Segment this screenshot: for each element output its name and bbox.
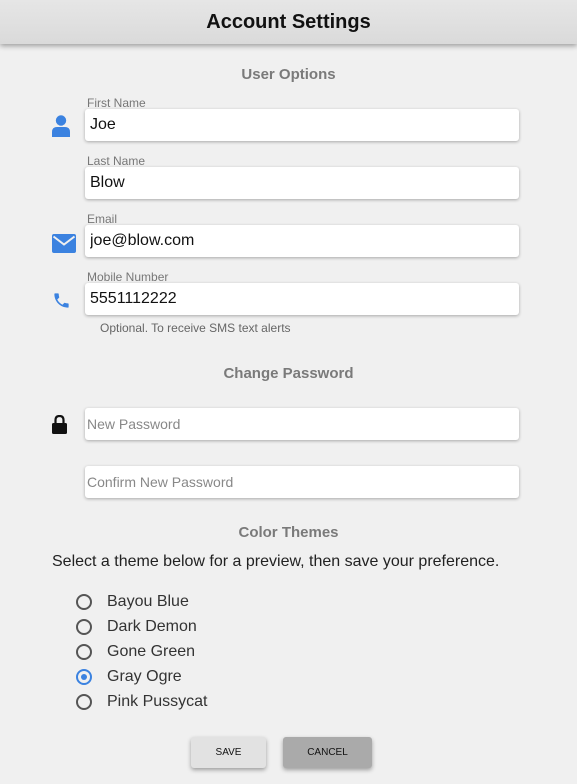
radio-button[interactable] — [76, 594, 92, 610]
theme-option-label: Gray Ogre — [107, 668, 182, 685]
first-name-field[interactable] — [85, 109, 519, 141]
user-icon — [52, 115, 70, 137]
radio-button[interactable] — [76, 644, 92, 660]
phone-icon — [54, 293, 69, 308]
confirm-password-field[interactable] — [85, 466, 519, 498]
color-themes-heading: Color Themes — [238, 524, 339, 541]
mobile-number-field[interactable] — [85, 283, 519, 315]
app-header: Account Settings — [0, 0, 577, 44]
theme-option-label: Dark Demon — [107, 618, 197, 635]
last-name-label: Last Name — [87, 154, 146, 168]
lock-icon — [52, 415, 67, 434]
save-button[interactable]: SAVE — [191, 737, 266, 768]
email-field[interactable] — [85, 225, 519, 257]
change-password-heading: Change Password — [223, 365, 354, 382]
last-name-field[interactable] — [85, 167, 519, 199]
radio-button-selected[interactable] — [76, 669, 92, 685]
theme-option-label: Bayou Blue — [107, 593, 189, 610]
envelope-icon — [52, 234, 76, 253]
theme-option-label: Pink Pussycat — [107, 693, 208, 710]
theme-option-dark-demon[interactable]: Dark Demon — [76, 616, 197, 638]
email-label: Email — [87, 212, 118, 226]
theme-option-pink-pussycat[interactable]: Pink Pussycat — [76, 691, 207, 713]
user-options-heading: User Options — [241, 66, 336, 83]
theme-option-gone-green[interactable]: Gone Green — [76, 641, 195, 663]
cancel-button[interactable]: CANCEL — [283, 737, 372, 768]
theme-option-gray-ogre[interactable]: Gray Ogre — [76, 666, 182, 688]
first-name-label: First Name — [87, 96, 146, 110]
theme-option-bayou-blue[interactable]: Bayou Blue — [76, 591, 189, 613]
radio-button[interactable] — [76, 694, 92, 710]
radio-button[interactable] — [76, 619, 92, 635]
theme-intro-text: Select a theme below for a preview, then… — [52, 553, 500, 570]
new-password-field[interactable] — [85, 408, 519, 440]
mobile-number-label: Mobile Number — [87, 270, 169, 284]
mobile-hint: Optional. To receive SMS text alerts — [100, 321, 291, 335]
page-title: Account Settings — [206, 10, 371, 33]
theme-option-label: Gone Green — [107, 643, 196, 660]
